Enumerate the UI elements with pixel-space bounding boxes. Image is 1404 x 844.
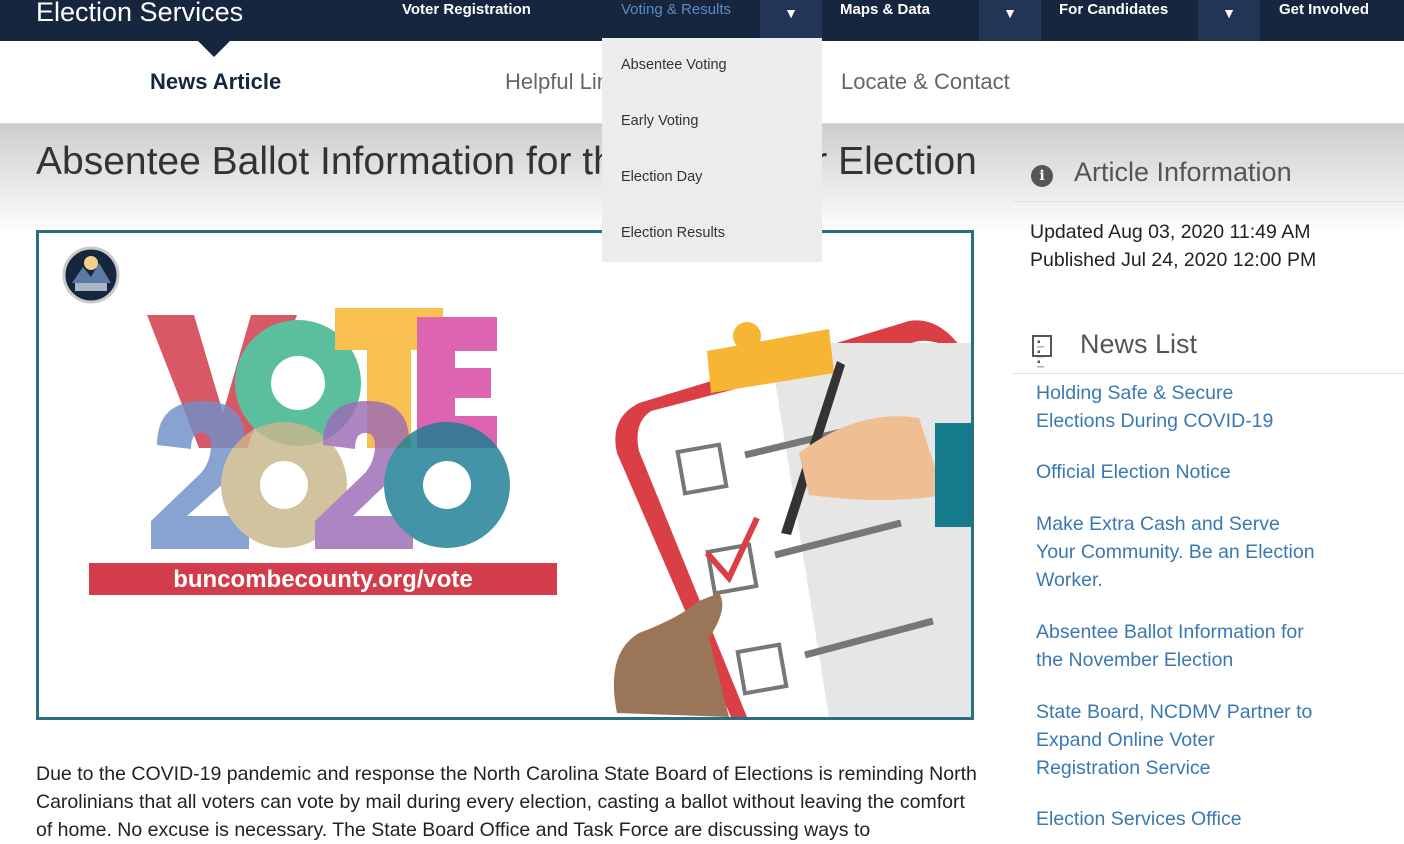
published-date: Published Jul 24, 2020 12:00 PM xyxy=(1030,249,1317,271)
vote-2020-graphic: buncombecounty.org/vote xyxy=(62,246,971,717)
article-image: buncombecounty.org/vote xyxy=(36,230,974,720)
page-title: Absentee Ballot Information for the Nove… xyxy=(36,140,977,183)
voting-results-dropdown: Absentee Voting Early Voting Election Da… xyxy=(602,38,822,262)
news-link-official-notice[interactable]: Official Election Notice xyxy=(1036,458,1316,486)
active-tab-pointer xyxy=(198,41,230,57)
county-seal xyxy=(62,246,120,304)
year-digits xyxy=(151,401,510,549)
news-link-safe-elections[interactable]: Holding Safe & Secure Elections During C… xyxy=(1036,379,1316,435)
chevron-down-icon: ▼ xyxy=(1222,5,1236,21)
site-title[interactable]: Election Services xyxy=(36,0,243,30)
news-link-election-office[interactable]: Election Services Office xyxy=(1036,805,1316,833)
dropdown-item-early-voting[interactable]: Early Voting xyxy=(621,113,698,129)
news-list-heading: News List xyxy=(1080,329,1198,359)
nav-for-candidates[interactable]: For Candidates xyxy=(1059,0,1168,24)
dropdown-item-absentee-voting[interactable]: Absentee Voting xyxy=(621,57,727,73)
tab-locate-contact[interactable]: Locate & Contact xyxy=(841,69,1010,95)
maps-data-toggle[interactable]: ▼ xyxy=(979,0,1041,41)
article-info-header: i Article Information xyxy=(1012,157,1404,202)
chevron-down-icon: ▼ xyxy=(784,5,798,21)
news-link-ncdmv-partner[interactable]: State Board, NCDMV Partner to Expand Onl… xyxy=(1036,698,1316,782)
news-link-absentee-ballot[interactable]: Absentee Ballot Information for the Nove… xyxy=(1036,618,1316,674)
news-list-header: ▪ ─ ▪ ─ ▪ ─ News List xyxy=(1012,329,1404,374)
tab-news-article[interactable]: News Article xyxy=(150,69,281,95)
nav-voter-registration[interactable]: Voter Registration xyxy=(402,0,531,24)
chevron-down-icon: ▼ xyxy=(1003,5,1017,21)
article-body: Due to the COVID-19 pandemic and respons… xyxy=(36,763,977,841)
dropdown-item-election-day[interactable]: Election Day xyxy=(621,169,702,185)
dropdown-item-election-results[interactable]: Election Results xyxy=(621,225,725,241)
updated-date: Updated Aug 03, 2020 11:49 AM xyxy=(1030,221,1311,243)
clipboard-illustration xyxy=(613,320,971,717)
voting-results-toggle[interactable]: ▼ xyxy=(760,0,822,41)
url-banner: buncombecounty.org/vote xyxy=(89,563,557,595)
nav-voting-results[interactable]: Voting & Results xyxy=(621,0,731,24)
url-banner-text: buncombecounty.org/vote xyxy=(173,566,473,593)
list-icon: ▪ ─ ▪ ─ ▪ ─ xyxy=(1032,335,1052,373)
for-candidates-toggle[interactable]: ▼ xyxy=(1198,0,1260,41)
article-info-heading: Article Information xyxy=(1074,157,1292,187)
top-navigation: Election Services Voter Registration Vot… xyxy=(0,0,1404,41)
news-link-election-worker[interactable]: Make Extra Cash and Serve Your Community… xyxy=(1036,510,1316,594)
nav-maps-data[interactable]: Maps & Data xyxy=(840,0,930,24)
info-icon: i xyxy=(1031,165,1053,187)
nav-get-involved[interactable]: Get Involved xyxy=(1279,0,1369,24)
